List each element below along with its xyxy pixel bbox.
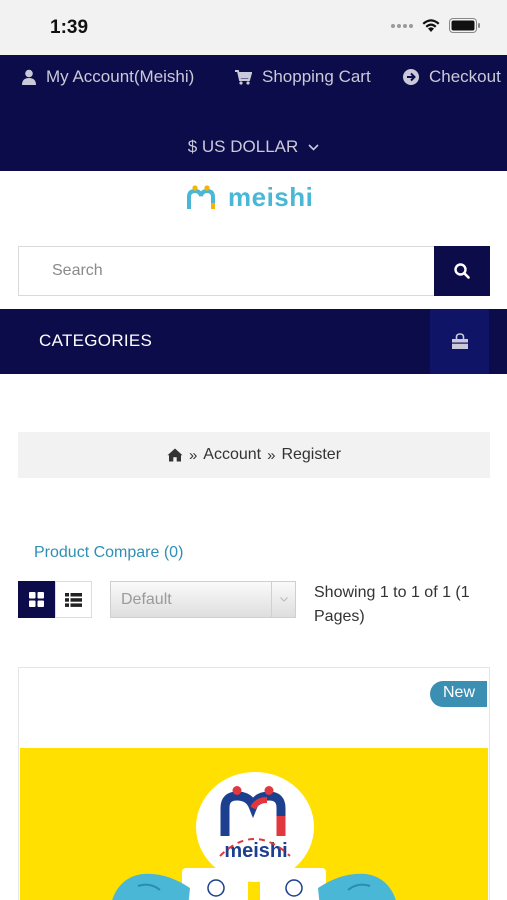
status-bar: 1:39 (0, 0, 507, 55)
list-view-icon (65, 592, 82, 607)
product-image[interactable]: meishi (20, 748, 488, 900)
sort-arrow (271, 582, 295, 617)
battery-icon (449, 18, 480, 33)
breadcrumb-register[interactable]: Register (281, 446, 341, 464)
sort-select[interactable]: Default (110, 581, 296, 618)
arrow-circle-right-icon (403, 69, 419, 85)
chevron-down-icon (308, 143, 319, 151)
product-compare-link[interactable]: Product Compare (0) (34, 544, 183, 562)
breadcrumb-account[interactable]: Account (203, 446, 261, 464)
breadcrumb-separator: » (267, 446, 276, 464)
search-box (18, 246, 434, 296)
signal-icon (391, 23, 413, 28)
shopping-cart-label: Shopping Cart (262, 67, 371, 86)
search-button[interactable] (434, 246, 490, 296)
product-illustration (112, 838, 396, 900)
top-navigation: My Account(Meishi) Shopping Cart Checkou… (0, 55, 507, 171)
shopping-bag-icon (451, 333, 468, 349)
home-icon[interactable] (167, 448, 183, 462)
list-view-button[interactable] (55, 581, 92, 618)
grid-view-button[interactable] (18, 581, 55, 618)
wifi-icon (422, 19, 440, 32)
shopping-cart-link[interactable]: Shopping Cart (235, 67, 371, 87)
categories-bar: CATEGORIES (0, 309, 507, 374)
checkout-label: Checkout (429, 67, 501, 86)
categories-menu-button[interactable]: CATEGORIES (39, 331, 152, 351)
search-icon (454, 263, 470, 279)
breadcrumb-separator: » (188, 446, 198, 464)
sort-selected-value: Default (121, 590, 172, 608)
my-account-label: My Account(Meishi) (46, 67, 195, 86)
currency-selector[interactable]: $ US DOLLAR (0, 137, 507, 157)
my-account-link[interactable]: My Account(Meishi) (22, 67, 194, 87)
search-input[interactable] (19, 247, 434, 295)
logo-text: meishi (228, 182, 314, 212)
status-time: 1:39 (50, 17, 89, 38)
results-count: Showing 1 to 1 of 1 (1 Pages) (314, 584, 470, 625)
currency-label: $ US DOLLAR (187, 137, 299, 156)
status-icons (391, 18, 481, 33)
site-logo[interactable]: meishi (186, 182, 313, 213)
logo-mark-icon (187, 184, 215, 209)
product-card[interactable]: New meishi (18, 667, 490, 900)
user-icon (22, 69, 36, 85)
checkout-link[interactable]: Checkout (403, 67, 501, 87)
grid-view-icon (29, 592, 44, 607)
new-badge: New (429, 681, 487, 707)
breadcrumb: » Account » Register (18, 432, 490, 478)
view-toggle (18, 581, 92, 618)
shopping-cart-icon (235, 69, 252, 85)
chevron-down-icon (279, 597, 288, 602)
cart-bag-button[interactable] (430, 309, 489, 374)
